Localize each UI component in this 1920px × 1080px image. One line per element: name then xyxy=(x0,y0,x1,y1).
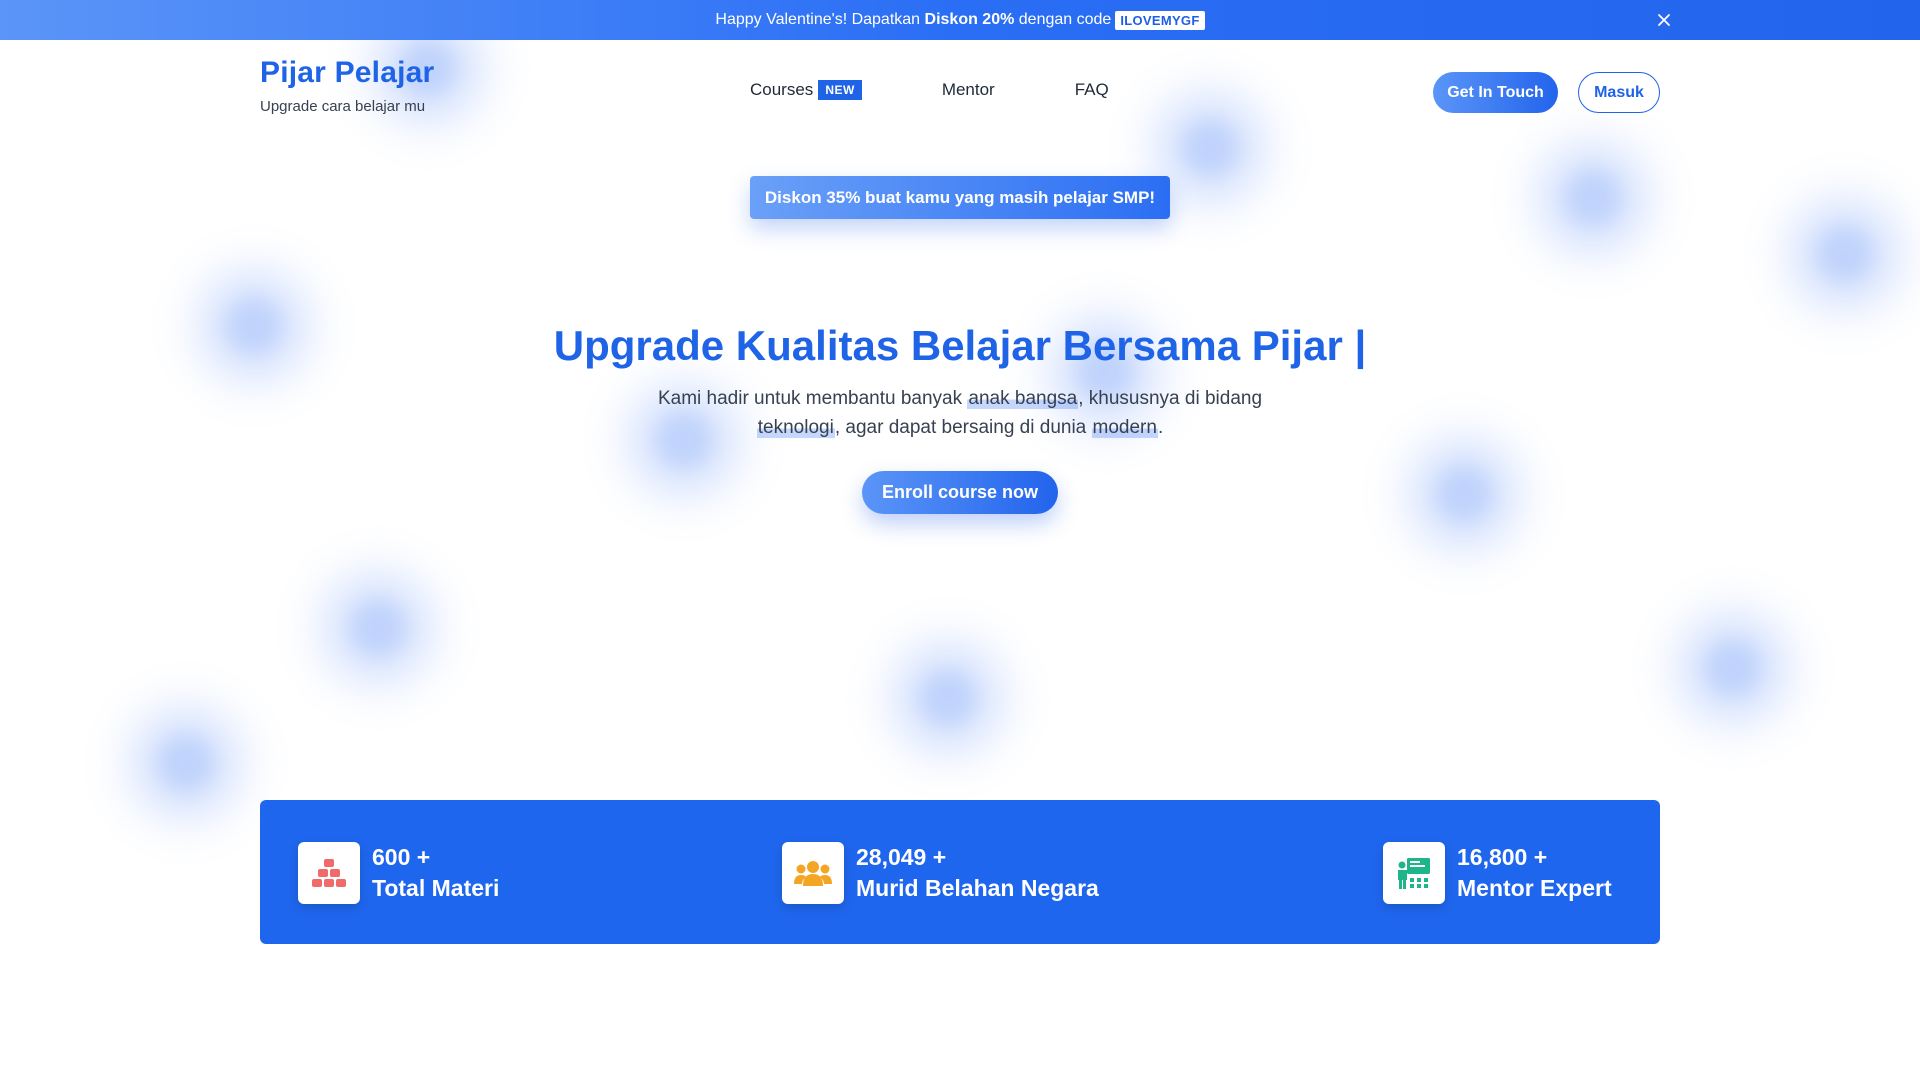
teacher-board-icon xyxy=(1383,842,1445,904)
main-nav: Courses NEW Mentor FAQ xyxy=(750,80,1109,100)
brand-tagline: Upgrade cara belajar mu xyxy=(260,98,426,115)
nav-courses-label: Courses xyxy=(750,80,814,99)
hero-description: Kami hadir untuk membantu banyak anak ba… xyxy=(657,388,1263,438)
decor-blob xyxy=(158,735,214,791)
highlight-text: teknologi xyxy=(756,417,835,438)
decor-blob xyxy=(1705,640,1761,696)
nav-faq[interactable]: FAQ xyxy=(1075,80,1109,100)
brand-title: Pijar Pelajar xyxy=(260,56,435,89)
stat-value: 16,800 + xyxy=(1457,844,1548,870)
stat-label: Total Materi xyxy=(372,875,500,901)
stat-label: Mentor Expert xyxy=(1457,875,1612,901)
enroll-button[interactable]: Enroll course now xyxy=(862,471,1058,514)
stat-murid: 28,049 + Murid Belahan Negara xyxy=(782,842,1099,904)
highlight-text: anak bangsa xyxy=(967,388,1079,409)
stat-mentor-expert: 16,800 + Mentor Expert xyxy=(1383,842,1612,904)
promo-text: Happy Valentine's! Dapatkan Diskon 20% d… xyxy=(715,11,1112,28)
new-badge: NEW xyxy=(818,80,862,100)
stat-value: 600 + xyxy=(372,844,431,870)
discount-banner: Diskon 35% buat kamu yang masih pelajar … xyxy=(750,176,1170,219)
decor-blob xyxy=(1182,120,1238,176)
login-button[interactable]: Masuk xyxy=(1578,72,1660,113)
decor-blob xyxy=(1565,170,1621,226)
stat-label: Murid Belahan Negara xyxy=(856,875,1099,901)
stat-value: 28,049 + xyxy=(856,844,947,870)
get-in-touch-button[interactable]: Get In Touch xyxy=(1433,72,1558,113)
stat-total-materi: 600 + Total Materi xyxy=(298,842,499,904)
promo-banner: Happy Valentine's! Dapatkan Diskon 20% d… xyxy=(0,0,1920,40)
brand[interactable]: Pijar Pelajar Upgrade cara belajar mu xyxy=(260,56,434,115)
decor-blob xyxy=(1436,466,1492,522)
stats-panel: 600 + Total Materi 28,049 + Murid Belaha… xyxy=(260,800,1660,944)
decor-blob xyxy=(350,600,406,656)
nav-mentor[interactable]: Mentor xyxy=(942,80,995,100)
nav-courses[interactable]: Courses NEW xyxy=(750,80,862,100)
hero-title: Upgrade Kualitas Belajar Bersama Pijar | xyxy=(553,322,1367,369)
close-icon[interactable] xyxy=(1654,10,1674,30)
highlight-text: modern xyxy=(1091,417,1158,438)
landing-page: Happy Valentine's! Dapatkan Diskon 20% d… xyxy=(0,0,1920,1080)
decor-blob xyxy=(1817,226,1873,282)
cubes-icon xyxy=(298,842,360,904)
decor-blob xyxy=(920,670,976,726)
promo-code: ILOVEMYGF xyxy=(1115,10,1205,30)
users-icon xyxy=(782,842,844,904)
